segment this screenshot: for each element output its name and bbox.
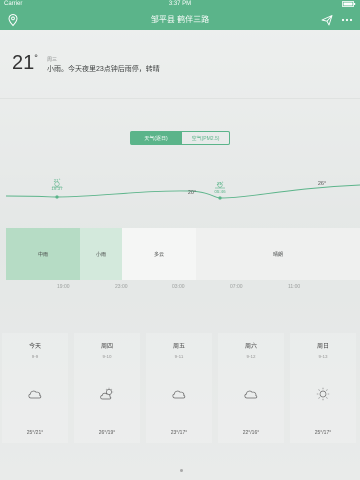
hourly-time-axis: 19:00 23:00 03:00 07:00 11:00 <box>0 284 360 292</box>
band-light-rain: 小雨 <box>80 228 122 280</box>
temp-range: 26°/19° <box>98 430 116 436</box>
day-name: 周日 <box>316 344 329 350</box>
band-cloudy: 多云 <box>122 228 196 280</box>
tab-weather-daily[interactable]: 天气(逐日) <box>130 131 182 145</box>
time-tick: 07:00 <box>230 284 243 290</box>
point-time-2: 05:46 <box>214 189 226 194</box>
cloud-icon <box>27 387 43 401</box>
current-day-label: 周三 <box>47 57 58 63</box>
time-tick: 19:00 <box>57 284 70 290</box>
day-name: 周五 <box>172 344 185 350</box>
sun-icon <box>315 387 331 401</box>
day-date: 9-13 <box>318 354 328 359</box>
clock: 3:37 PM <box>168 1 192 7</box>
cloud-icon <box>171 387 187 401</box>
band-label: 多云 <box>153 252 164 258</box>
hourly-condition-bands: 中雨 小雨 多云 晴朗 <box>6 228 360 280</box>
page-indicator-dot[interactable] <box>180 469 183 472</box>
current-temp-value: 21 <box>12 52 35 74</box>
day-name: 周六 <box>244 344 257 350</box>
band-label: 晴朗 <box>272 252 283 258</box>
point-time-0: 19:37 <box>51 186 63 191</box>
current-temperature: 21° <box>12 52 38 75</box>
band-label: 小雨 <box>95 252 106 258</box>
point-temp-0: 21° <box>54 178 61 183</box>
divider <box>0 98 360 99</box>
share-icon[interactable] <box>320 13 334 27</box>
forecast-day[interactable]: 周四 9-10 26°/19° <box>74 333 140 443</box>
day-date: 9-10 <box>102 354 112 359</box>
temp-range: 25°/17° <box>314 430 332 436</box>
forecast-day[interactable]: 周五 9-11 23°/17° <box>146 333 212 443</box>
location-title[interactable]: 邹平县 鹤伴三路 <box>0 14 360 25</box>
forecast-day[interactable]: 周六 9-12 22°/16° <box>218 333 284 443</box>
forecast-day[interactable]: 今天 9-9 25°/21° <box>2 333 68 443</box>
day-date: 9-9 <box>31 354 39 359</box>
point-temp-3: 26° <box>318 181 326 187</box>
band-clear: 晴朗 <box>196 228 360 280</box>
more-icon[interactable] <box>340 13 354 27</box>
sunset-point <box>55 195 59 199</box>
day-date: 9-12 <box>246 354 256 359</box>
battery-icon <box>342 1 356 9</box>
daily-forecast: 今天 9-9 25°/21° 周四 9-10 26°/19° 周五 9-11 2… <box>0 333 360 443</box>
point-temp-2: 21° <box>217 181 224 186</box>
tab-air-pm25[interactable]: 空气(PM2.5) <box>182 131 230 145</box>
mode-tabs: 天气(逐日) 空气(PM2.5) <box>130 131 230 145</box>
point-temp-1: 20° <box>188 190 196 196</box>
nav-bar: 邹平县 鹤伴三路 <box>0 10 360 30</box>
time-tick: 23:00 <box>115 284 128 290</box>
time-tick: 03:00 <box>172 284 185 290</box>
current-description: 小雨。今天夜里23点钟后雨停，转晴 <box>47 66 160 73</box>
day-name: 周四 <box>100 344 113 350</box>
band-label: 中雨 <box>37 252 48 258</box>
day-date: 9-11 <box>174 354 184 359</box>
temp-range: 23°/17° <box>170 430 188 436</box>
day-name: 今天 <box>28 344 41 350</box>
hourly-temperature-curve: 21° 19:37 20° 21° 05:46 26° <box>5 178 360 200</box>
sunrise-point <box>218 196 222 200</box>
forecast-day[interactable]: 周日 9-13 25°/17° <box>290 333 356 443</box>
temp-range: 25°/21° <box>26 430 44 436</box>
status-bar: Carrier 3:37 PM <box>0 0 360 10</box>
degree-sign: ° <box>34 53 38 63</box>
partly-cloudy-icon <box>99 387 115 401</box>
band-moderate-rain: 中雨 <box>6 228 80 280</box>
time-tick: 11:00 <box>288 284 301 290</box>
temp-range: 22°/16° <box>242 430 260 436</box>
cloud-icon <box>243 387 259 401</box>
